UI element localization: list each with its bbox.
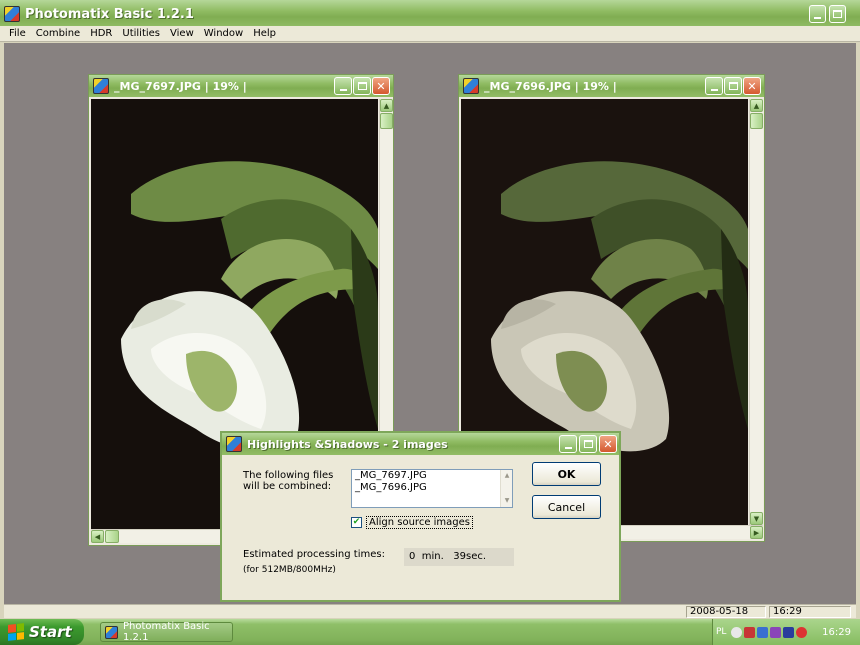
image-minimize-button[interactable]: [334, 77, 352, 95]
align-source-checkbox[interactable]: ✔: [351, 517, 362, 528]
maximize-icon: [357, 82, 367, 90]
scroll-left-button[interactable]: ◀: [91, 530, 104, 543]
image-window-title: _MG_7696.JPG | 19% |: [484, 79, 617, 93]
file-list[interactable]: _MG_7697.JPG _MG_7696.JPG ▲ ▼: [351, 469, 513, 508]
align-source-label[interactable]: Align source images: [366, 516, 474, 529]
taskbar-item-label: Photomatix Basic 1.2.1: [123, 621, 210, 643]
tray-monitor-icon[interactable]: [783, 626, 795, 638]
tray-security-icon[interactable]: [744, 626, 756, 638]
minimize-icon: [814, 16, 821, 19]
dialog-icon: [226, 436, 242, 452]
system-tray: PL 16:29: [712, 619, 860, 645]
files-label-line2: will be combined:: [243, 481, 332, 492]
image-minimize-button[interactable]: [705, 77, 723, 95]
maximize-icon: [833, 10, 842, 18]
tray-network-icon[interactable]: [757, 626, 769, 638]
taskbar-item-photomatix[interactable]: Photomatix Basic 1.2.1: [100, 621, 233, 643]
minimize-button[interactable]: [809, 5, 826, 23]
status-time: 16:29: [769, 606, 851, 618]
tray-shield-icon[interactable]: [796, 626, 808, 638]
arrow-up-icon: ▲: [753, 101, 760, 110]
maximize-button[interactable]: [829, 5, 846, 23]
cancel-button[interactable]: Cancel: [532, 495, 601, 519]
app-title: Photomatix Basic 1.2.1: [25, 6, 194, 22]
image-maximize-button[interactable]: [353, 77, 371, 95]
app-title-bar[interactable]: Photomatix Basic 1.2.1: [0, 0, 860, 28]
file-list-scrollbar[interactable]: ▲ ▼: [500, 470, 512, 507]
scroll-thumb[interactable]: [380, 113, 393, 129]
dialog-maximize-button[interactable]: [579, 435, 597, 453]
image-window-title: _MG_7697.JPG | 19% |: [114, 79, 247, 93]
scroll-thumb[interactable]: [750, 113, 763, 129]
image-vertical-scrollbar[interactable]: ▲ ▼: [749, 99, 763, 525]
tray-clock: 16:29: [822, 626, 851, 638]
scroll-up-button[interactable]: ▲: [380, 99, 393, 112]
menu-window[interactable]: Window: [199, 28, 248, 39]
tray-app-icon[interactable]: [770, 626, 782, 638]
dialog-minimize-button[interactable]: [559, 435, 577, 453]
close-icon: ✕: [747, 79, 757, 93]
arrow-right-icon: ▶: [753, 528, 760, 537]
menu-hdr[interactable]: HDR: [85, 28, 117, 39]
estimated-time-hardware-note: (for 512MB/800MHz): [243, 565, 336, 575]
image-close-button[interactable]: ✕: [743, 77, 761, 95]
highlights-shadows-dialog[interactable]: Highlights &Shadows - 2 images ✕ The fol…: [220, 431, 621, 602]
minimize-icon: [564, 446, 572, 449]
photomatix-app-icon: [4, 6, 20, 22]
arrow-left-icon: ◀: [94, 532, 101, 541]
image-window-title-bar[interactable]: _MG_7696.JPG | 19% | ✕: [459, 75, 764, 97]
list-item[interactable]: _MG_7697.JPG: [352, 470, 512, 482]
maximize-icon: [583, 440, 593, 448]
close-icon: ✕: [603, 437, 613, 451]
ok-button[interactable]: OK: [532, 462, 601, 486]
menu-view[interactable]: View: [165, 28, 199, 39]
scroll-right-button[interactable]: ▶: [750, 526, 763, 539]
image-window-icon: [93, 78, 109, 94]
close-icon: ✕: [376, 79, 386, 93]
menu-bar: File Combine HDR Utilities View Window H…: [0, 26, 860, 42]
tray-language-indicator[interactable]: PL: [716, 627, 726, 637]
start-label: Start: [29, 623, 72, 641]
arrow-up-icon: ▲: [383, 101, 390, 110]
menu-combine[interactable]: Combine: [31, 28, 85, 39]
list-item[interactable]: _MG_7696.JPG: [352, 482, 512, 494]
scroll-down-button[interactable]: ▼: [750, 512, 763, 525]
taskbar: Start Photomatix Basic 1.2.1 PL 16:29: [0, 619, 860, 645]
image-maximize-button[interactable]: [724, 77, 742, 95]
dialog-title-bar[interactable]: Highlights &Shadows - 2 images ✕: [222, 433, 619, 455]
image-window-title-bar[interactable]: _MG_7697.JPG | 19% | ✕: [89, 75, 393, 97]
dialog-close-button[interactable]: ✕: [599, 435, 617, 453]
arrow-down-icon: ▼: [753, 514, 760, 523]
scroll-up-button[interactable]: ▲: [750, 99, 763, 112]
estimated-time-value: 0 min. 39sec.: [404, 548, 514, 566]
menu-help[interactable]: Help: [248, 28, 281, 39]
tray-chevron-icon[interactable]: [731, 626, 743, 638]
photomatix-app-icon: [105, 625, 118, 639]
maximize-icon: [728, 82, 738, 90]
start-button[interactable]: Start: [0, 619, 84, 645]
windows-logo-icon: [8, 623, 24, 641]
status-bar: 2008-05-18 16:29: [4, 604, 856, 618]
estimated-time-label: Estimated processing times:: [243, 549, 385, 560]
minimize-icon: [339, 88, 347, 91]
menu-file[interactable]: File: [4, 28, 31, 39]
dialog-title: Highlights &Shadows - 2 images: [247, 437, 448, 451]
chevron-down-icon[interactable]: ▼: [502, 496, 512, 506]
image-window-icon: [463, 78, 479, 94]
status-date: 2008-05-18: [686, 606, 766, 618]
image-close-button[interactable]: ✕: [372, 77, 390, 95]
menu-utilities[interactable]: Utilities: [117, 28, 165, 39]
chevron-up-icon[interactable]: ▲: [502, 471, 512, 481]
align-source-images-option[interactable]: ✔ Align source images: [351, 516, 474, 529]
minimize-icon: [710, 88, 718, 91]
scroll-thumb[interactable]: [105, 530, 119, 543]
